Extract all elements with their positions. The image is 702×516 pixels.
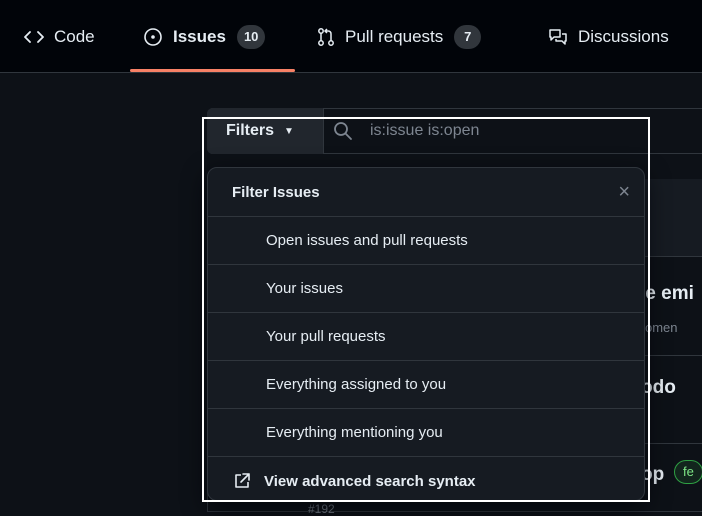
tab-issues[interactable]: Issues 10 [143, 0, 266, 73]
menu-item-label: Your pull requests [266, 328, 386, 345]
search-input[interactable] [370, 117, 650, 145]
issue-meta: omen [645, 320, 678, 335]
menu-item-label: Everything assigned to you [266, 376, 447, 393]
menu-item-label: Everything mentioning you [266, 424, 443, 441]
menu-item-open-issues-and-prs[interactable]: Open issues and pull requests [208, 217, 644, 265]
menu-item-label: Your issues [266, 280, 343, 297]
tab-code[interactable]: Code [24, 0, 95, 73]
menu-item-your-pull-requests[interactable]: Your pull requests [208, 313, 644, 361]
link-external-icon [233, 472, 251, 490]
issue-meta: #192 [308, 502, 335, 516]
comment-discussion-icon [548, 28, 568, 46]
menu-item-assigned-to-you[interactable]: Everything assigned to you [208, 361, 644, 409]
issue-title[interactable]: le emi [640, 283, 694, 305]
pull-requests-count-badge: 7 [454, 24, 482, 49]
search-icon [333, 121, 353, 146]
menu-item-mentioning-you[interactable]: Everything mentioning you [208, 409, 644, 457]
close-icon[interactable]: × [618, 182, 630, 202]
repo-nav: Code Issues 10 Pull requests 7 Discussio… [0, 0, 702, 73]
menu-item-label: View advanced search syntax [264, 472, 476, 490]
issue-opened-icon [143, 27, 163, 47]
tab-label: Code [54, 26, 95, 46]
issue-title[interactable]: odo [641, 377, 676, 399]
filters-label: Filters [226, 122, 275, 139]
issues-count-badge: 10 [236, 24, 266, 49]
menu-item-your-issues[interactable]: Your issues [208, 265, 644, 313]
tab-pull-requests[interactable]: Pull requests 7 [317, 0, 482, 73]
tab-label: Pull requests [345, 26, 444, 46]
tab-discussions[interactable]: Discussions [548, 0, 669, 73]
git-pull-request-icon [317, 27, 335, 47]
menu-item-label: Open issues and pull requests [266, 232, 468, 249]
menu-title: Filter Issues [232, 183, 320, 201]
filter-issues-menu: Filter Issues × Open issues and pull req… [207, 167, 645, 501]
selected-tab-underline [130, 69, 295, 72]
issue-label[interactable]: fe [674, 460, 702, 484]
menu-header: Filter Issues × [208, 168, 644, 217]
triangle-down-icon: ▼ [284, 125, 294, 137]
filters-button[interactable]: Filters ▼ [207, 108, 324, 154]
code-icon [24, 29, 44, 45]
tab-label: Discussions [578, 26, 669, 46]
tab-label: Issues [173, 26, 226, 46]
menu-item-advanced-search[interactable]: View advanced search syntax [208, 457, 644, 500]
